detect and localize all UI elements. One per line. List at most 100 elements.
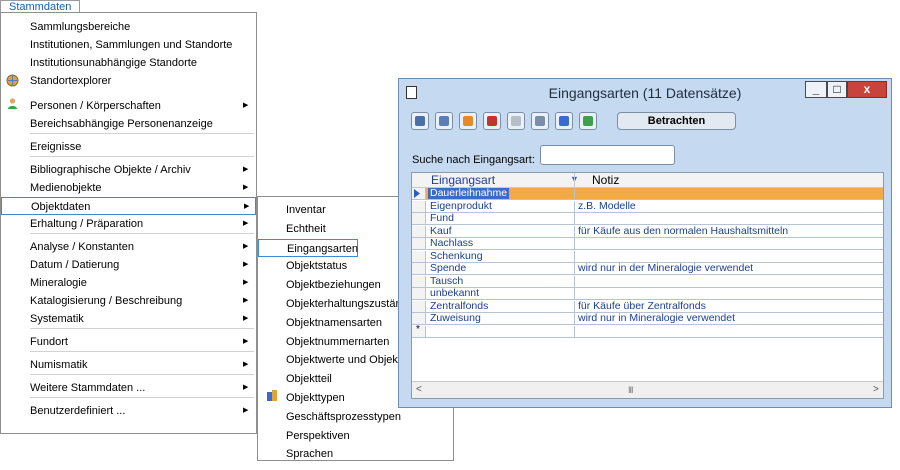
menu-item[interactable]: Katalogisierung / Beschreibung ▶ (1, 292, 256, 310)
print-button[interactable] (531, 112, 549, 130)
row-header[interactable] (412, 300, 426, 312)
maximize-button[interactable]: □ (827, 81, 847, 98)
scroll-left-icon[interactable]: < (416, 384, 422, 395)
menu-item[interactable]: Benutzerdefiniert ... ▶ (1, 402, 256, 420)
cell-eingangsart[interactable]: Zentralfonds (430, 300, 488, 312)
submenu-arrow-icon: ▶ (243, 261, 249, 268)
menu-item[interactable]: Numismatik ▶ (1, 356, 256, 374)
cell-notiz[interactable]: wird nur in der Mineralogie verwendet (578, 263, 753, 274)
submenu-item-label: Objektteil (286, 373, 332, 386)
cell-eingangsart[interactable]: Nachlass (430, 238, 473, 249)
table-row[interactable]: Fund (412, 213, 883, 225)
scroll-thumb[interactable]: III (628, 385, 633, 395)
window-titlebar[interactable]: Eingangsarten (11 Datensätze) _ □ x (399, 79, 891, 105)
column-header-eingangsart[interactable]: Eingangsart (431, 173, 495, 187)
table-row[interactable]: Nachlass (412, 238, 883, 250)
table-row[interactable]: Spende wird nur in der Mineralogie verwen… (412, 263, 883, 275)
search-input[interactable] (540, 145, 675, 165)
row-header[interactable] (412, 275, 426, 287)
scroll-right-icon[interactable]: > (873, 384, 879, 395)
submenu-item[interactable]: Geschäftsprozesstypen (258, 408, 453, 426)
horizontal-scrollbar[interactable]: < III > (412, 381, 883, 398)
minimize-button[interactable]: _ (805, 81, 827, 98)
betrachten-button[interactable]: Betrachten (617, 112, 736, 130)
menu-item[interactable]: Mineralogie ▶ (1, 274, 256, 292)
properties-button[interactable] (411, 112, 429, 130)
submenu-arrow-icon: ▶ (243, 297, 249, 304)
close-button[interactable]: x (847, 81, 887, 98)
table-row[interactable]: Dauerleihnahme (412, 188, 883, 200)
cell-notiz[interactable]: wird nur in Mineralogie verwendet (578, 313, 735, 324)
menu-item-label: Institutionen, Sammlungen und Standorte (30, 39, 233, 51)
row-header[interactable] (412, 263, 426, 274)
copy-button[interactable] (555, 112, 573, 130)
table-row[interactable]: Tausch (412, 275, 883, 288)
new-row-indicator-icon[interactable]: * (412, 324, 426, 337)
menu-item[interactable]: Fundort ▶ (1, 333, 256, 351)
table-row[interactable]: Zentralfonds für Käufe über Zentralfonds (412, 300, 883, 313)
table-row[interactable]: Eigenprodukt z.B. Modelle (412, 200, 883, 213)
table-row[interactable]: * (412, 324, 883, 338)
cell-eingangsart[interactable]: Dauerleihnahme (428, 188, 510, 199)
undo-button[interactable] (507, 112, 525, 130)
menu-item[interactable]: Objektdaten ▶ (1, 197, 256, 215)
column-header-notiz[interactable]: Notiz (592, 173, 619, 187)
menu-item[interactable]: Datum / Datierung ▶ (1, 256, 256, 274)
table-row[interactable]: Kauf für Käufe aus den normalen Haushalts… (412, 225, 883, 238)
cell-eingangsart[interactable]: Schenkung (430, 250, 483, 262)
cell-eingangsart[interactable]: Kauf (430, 225, 452, 237)
table-row[interactable]: unbekannt (412, 288, 883, 300)
row-header[interactable] (412, 313, 426, 324)
current-row-indicator-icon[interactable] (412, 188, 426, 199)
menu-item[interactable]: Sammlungsbereiche (1, 18, 256, 36)
table-row[interactable]: Schenkung (412, 250, 883, 263)
submenu-arrow-icon: ▶ (243, 361, 249, 368)
cell-notiz[interactable]: für Käufe über Zentralfonds (578, 300, 706, 312)
cell-eingangsart[interactable]: unbekannt (430, 288, 479, 299)
row-header[interactable] (412, 250, 426, 262)
submenu-item-label: Eingangsarten (287, 242, 358, 255)
submenu-item[interactable]: Perspektiven (258, 427, 453, 445)
column-divider (574, 238, 575, 249)
row-header[interactable] (412, 200, 426, 212)
menu-item[interactable]: Institutionen, Sammlungen und Standorte (1, 36, 256, 54)
cell-notiz[interactable]: z.B. Modelle (578, 200, 636, 212)
menu-item[interactable]: Personen / Körperschaften ▶ (1, 97, 256, 115)
cell-eingangsart[interactable]: Spende (430, 263, 466, 274)
menu-item[interactable]: Ereignisse (1, 138, 256, 156)
menu-item[interactable]: Bereichsabhängige Personenanzeige (1, 115, 256, 133)
cell-notiz[interactable]: für Käufe aus den normalen Haushaltsmitt… (578, 225, 788, 237)
menu-item[interactable]: Systematik ▶ (1, 310, 256, 328)
cell-eingangsart[interactable]: Fund (430, 213, 454, 224)
submenu-item-label: Objektbeziehungen (286, 279, 381, 292)
new-record-button[interactable] (459, 112, 477, 130)
menu-item[interactable]: Erhaltung / Präparation ▶ (1, 215, 256, 233)
export-button[interactable] (579, 112, 597, 130)
menu-item-label: Numismatik (30, 359, 88, 371)
menu-item[interactable]: Bibliographische Objekte / Archiv ▶ (1, 161, 256, 179)
menu-item[interactable]: Medienobjekte ▶ (1, 179, 256, 197)
row-header[interactable] (412, 238, 426, 249)
print-icon (535, 116, 545, 126)
row-header[interactable] (412, 213, 426, 224)
cell-eingangsart[interactable]: Tausch (430, 275, 463, 287)
menu-item-label: Ereignisse (30, 141, 82, 153)
cell-eingangsart[interactable]: Eigenprodukt (430, 200, 492, 212)
menu-item-label: Institutionsunabhängige Standorte (30, 57, 197, 69)
delete-button[interactable] (483, 112, 501, 130)
menu-item[interactable]: Institutionsunabhängige Standorte (1, 54, 256, 72)
table-row[interactable]: Zuweisung wird nur in Mineralogie verwend… (412, 313, 883, 325)
menu-item[interactable]: Standortexplorer (1, 72, 256, 90)
cell-eingangsart[interactable]: Zuweisung (430, 313, 481, 324)
column-divider (574, 313, 575, 324)
submenu-item[interactable]: Eingangsarten (258, 238, 358, 257)
save-button[interactable] (435, 112, 453, 130)
row-header[interactable] (412, 225, 426, 237)
menu-item-label: Personen / Körperschaften (30, 100, 161, 112)
menu-item-label: Bereichsabhängige Personenanzeige (30, 118, 213, 130)
menu-item[interactable]: Analyse / Konstanten ▶ (1, 238, 256, 256)
submenu-item[interactable]: Sprachen (258, 445, 453, 460)
menu-item[interactable]: Weitere Stammdaten ... ▶ (1, 379, 256, 397)
column-divider (574, 275, 575, 287)
row-header[interactable] (412, 288, 426, 299)
